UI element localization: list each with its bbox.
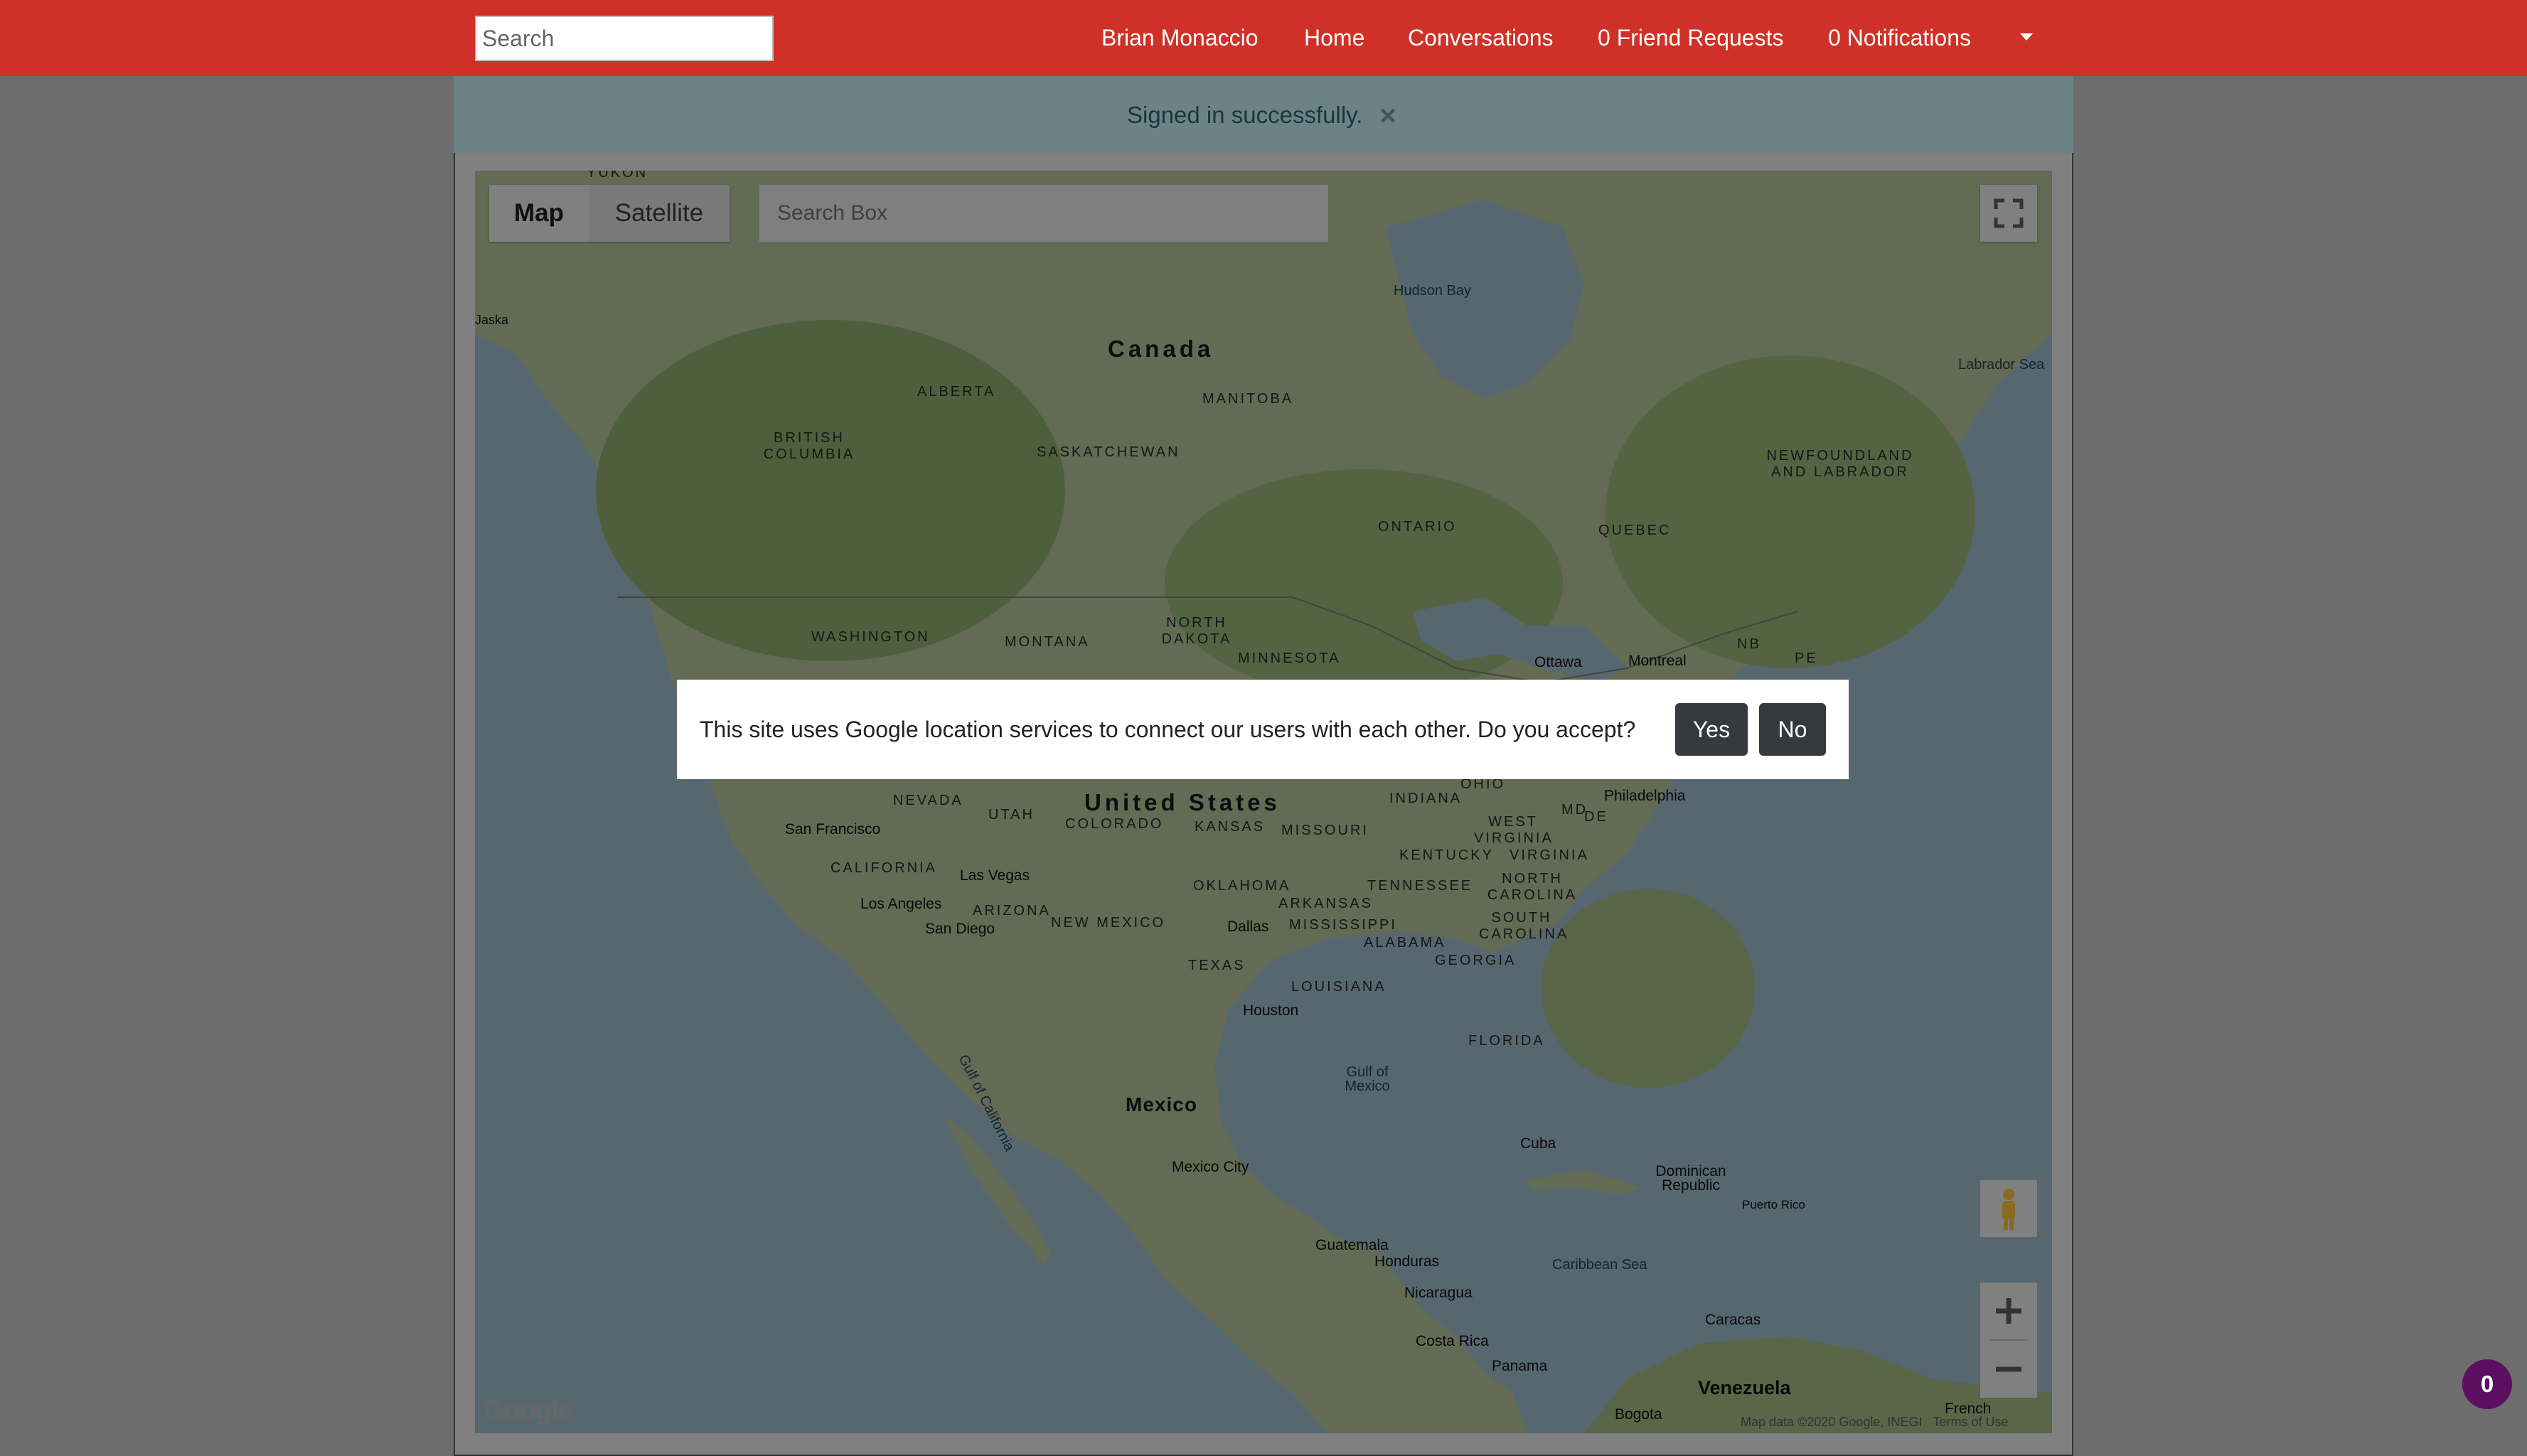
- consent-message: This site uses Google location services …: [700, 717, 1636, 742]
- accept-yes-button[interactable]: Yes: [1675, 703, 1748, 756]
- floating-count-badge[interactable]: 0: [2462, 1359, 2512, 1409]
- top-navbar: Brian Monaccio Home Conversations 0 Frie…: [0, 0, 2527, 76]
- location-consent-dialog: This site uses Google location services …: [677, 680, 1849, 779]
- flash-message: Signed in successfully.: [1127, 102, 1363, 128]
- nav-profile-link[interactable]: Brian Monaccio: [1101, 23, 1259, 52]
- nav-conversations-link[interactable]: Conversations: [1408, 23, 1554, 52]
- nav-notifications-link[interactable]: 0 Notifications: [1828, 23, 1971, 52]
- nav-links: Brian Monaccio Home Conversations 0 Frie…: [0, 0, 2527, 76]
- dropdown-caret-icon[interactable]: [2020, 33, 2033, 41]
- nav-home-link[interactable]: Home: [1304, 23, 1364, 52]
- close-icon[interactable]: ×: [1375, 102, 1401, 130]
- nav-friend-requests-link[interactable]: 0 Friend Requests: [1598, 23, 1783, 52]
- decline-no-button[interactable]: No: [1759, 703, 1826, 756]
- content-border: [454, 153, 2073, 1456]
